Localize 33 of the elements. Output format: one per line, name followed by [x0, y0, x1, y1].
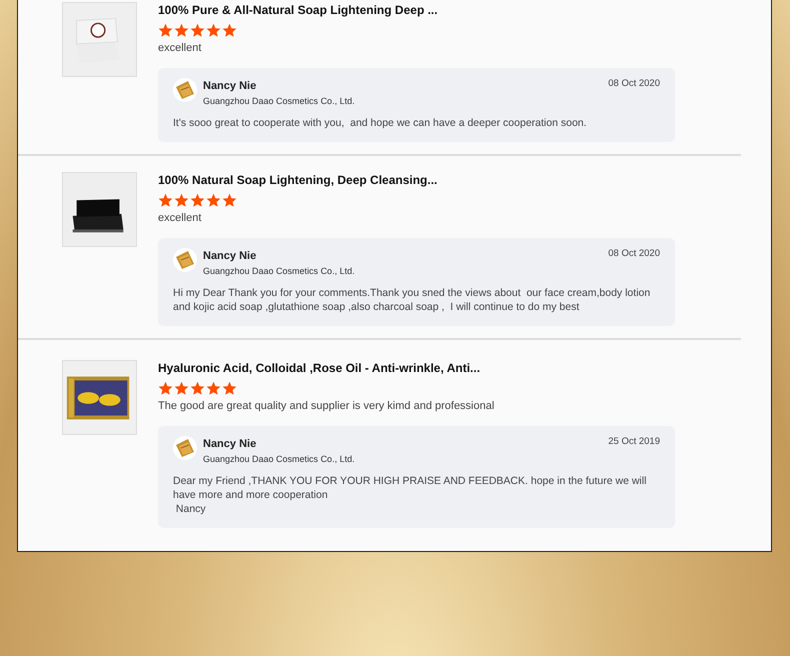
- reply-date: 08 Oct 2020: [608, 248, 660, 259]
- star-icon: [222, 381, 237, 396]
- reply-text: It's sooo great to cooperate with you, and hope we can have a deeper cooperation soon.: [173, 116, 588, 130]
- star-icon: [190, 381, 205, 396]
- review-comment: excellent: [158, 42, 202, 54]
- star-icon: [206, 23, 221, 38]
- star-icon: [174, 23, 189, 38]
- reply-date: 25 Oct 2019: [608, 436, 660, 447]
- company-name: Guangzhou Daao Cosmetics Co., Ltd.: [203, 454, 356, 464]
- star-icon: [222, 23, 237, 38]
- product-title[interactable]: Hyaluronic Acid, Colloidal ,Rose Oil - Anti-wrinkle, Anti...: [158, 360, 741, 376]
- review-comment: excellent: [158, 212, 202, 224]
- star-icon: [174, 381, 189, 396]
- star-icon: [158, 23, 173, 38]
- star-icon: [158, 193, 173, 208]
- star-icon: [190, 193, 205, 208]
- star-icon: [206, 381, 221, 396]
- star-icon: [206, 193, 221, 208]
- seller-name: Nancy Nie: [203, 250, 258, 262]
- star-icon: [190, 23, 205, 38]
- seller-name: Nancy Nie: [203, 80, 258, 92]
- seller-name: Nancy Nie: [203, 438, 258, 450]
- star-icon: [174, 193, 189, 208]
- star-icon: [222, 193, 237, 208]
- product-title[interactable]: 100% Natural Soap Lightening, Deep Cleansing...: [158, 172, 741, 188]
- review-comment: The good are great quality and supplier is very kimd and professional: [158, 400, 496, 412]
- star-icon: [158, 381, 173, 396]
- company-name: Guangzhou Daao Cosmetics Co., Ltd.: [203, 96, 356, 106]
- reply-date: 08 Oct 2020: [608, 78, 660, 89]
- company-name: Guangzhou Daao Cosmetics Co., Ltd.: [203, 266, 356, 276]
- product-title[interactable]: 100% Pure & All-Natural Soap Lightening Deep ...: [158, 2, 741, 18]
- reply-text: Dear my Friend ,THANK YOU FOR YOUR HIGH PRAISE AND FEEDBACK. hope in the future we will have more and more cooperation Nancy: [173, 474, 648, 516]
- reply-text: Hi my Dear Thank you for your comments.Thank you sned the views about our face cream,body lotion and kojic acid soap ,glutathione soap ,also charcoal soap , I will continue to do my best: [173, 286, 652, 314]
